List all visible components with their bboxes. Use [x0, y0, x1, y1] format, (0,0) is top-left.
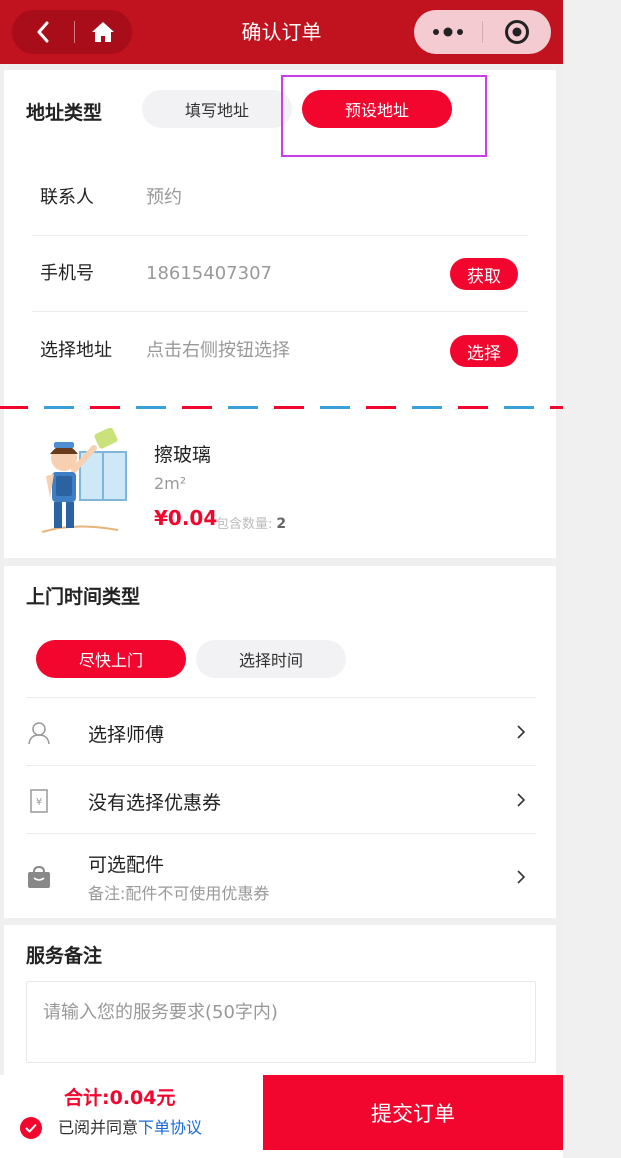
check-icon — [25, 1123, 37, 1133]
coupon-label: 没有选择优惠券 — [88, 792, 222, 814]
product-price: ¥0.04 — [154, 506, 218, 530]
chevron-right-icon — [517, 725, 526, 739]
chevron-right-icon — [517, 793, 526, 807]
contact-row: 联系人 预约 — [32, 160, 528, 236]
choose-worker-label: 选择师傅 — [88, 724, 165, 746]
address-type-label: 地址类型 — [26, 102, 103, 124]
svg-text:¥: ¥ — [36, 797, 42, 808]
service-remark-input[interactable]: 请输入您的服务要求(50字内) — [26, 981, 536, 1063]
location-label: 选择地址 — [40, 340, 112, 361]
worker-icon — [28, 722, 50, 745]
product-quantity: 包含数量: 2 — [216, 513, 286, 532]
bag-icon — [28, 865, 50, 888]
window-cleaning-illustration — [41, 428, 127, 533]
chevron-right-icon — [517, 870, 526, 884]
choose-location-button[interactable]: 选择 — [450, 335, 518, 367]
agree-checkbox[interactable] — [20, 1117, 42, 1139]
coupon-row[interactable]: ¥ 没有选择优惠券 — [26, 765, 536, 833]
phone-input[interactable]: 18615407307 — [146, 236, 272, 312]
chevron-left-icon — [37, 21, 49, 43]
tab-fill-address[interactable]: 填写地址 — [142, 90, 292, 128]
more-dots-icon — [433, 27, 463, 37]
get-phone-button[interactable]: 获取 — [450, 258, 518, 290]
location-row: 选择地址 点击右侧按钮选择 选择 — [32, 313, 528, 389]
close-button[interactable] — [483, 10, 551, 54]
agreement-prefix: 已阅并同意 — [58, 1118, 139, 1137]
phone-label: 手机号 — [40, 263, 94, 284]
mini-program-capsule — [414, 10, 551, 54]
product-spec: 2m² — [154, 474, 187, 493]
accessories-note: 备注:配件不可使用优惠券 — [88, 884, 270, 903]
visit-time-title: 上门时间类型 — [26, 586, 141, 608]
agreement-text: 已阅并同意下单协议 — [58, 1117, 202, 1139]
tab-choose-time[interactable]: 选择时间 — [196, 640, 346, 678]
product-card: 擦玻璃 2m² ¥0.04 包含数量: 2 — [4, 410, 556, 558]
target-icon — [505, 20, 529, 44]
contact-input[interactable]: 预约 — [146, 160, 182, 236]
choose-worker-row[interactable]: 选择师傅 — [26, 697, 536, 765]
service-remark-card: 服务备注 请输入您的服务要求(50字内) — [4, 925, 556, 1085]
order-total: 合计:0.04元 — [64, 1087, 176, 1109]
nav-bar: 确认订单 — [0, 0, 563, 64]
contact-label: 联系人 — [40, 187, 94, 208]
nav-left-capsule — [12, 10, 132, 54]
checkout-bar: 合计:0.04元 已阅并同意下单协议 提交订单 — [0, 1075, 563, 1158]
tab-preset-address[interactable]: 预设地址 — [302, 90, 452, 128]
home-button[interactable] — [75, 10, 131, 54]
quantity-value: 2 — [276, 516, 287, 532]
visit-time-card: 上门时间类型 尽快上门 选择时间 选择师傅 ¥ 没有选择优惠券 可选配件 备注:… — [4, 566, 556, 918]
more-button[interactable] — [414, 10, 482, 54]
accessories-label: 可选配件 — [88, 854, 165, 876]
back-button[interactable] — [12, 10, 74, 54]
submit-order-button[interactable]: 提交订单 — [263, 1075, 563, 1150]
address-card: 地址类型 填写地址 预设地址 联系人 预约 手机号 18615407307 获取… — [4, 70, 556, 410]
location-input[interactable]: 点击右侧按钮选择 — [146, 313, 290, 389]
home-icon — [92, 22, 114, 42]
coupon-icon: ¥ — [30, 789, 48, 813]
quantity-label: 包含数量: — [216, 517, 273, 532]
service-remark-placeholder: 请输入您的服务要求(50字内) — [43, 1002, 278, 1023]
app-viewport: 确认订单 地址类型 填写地址 预设地址 联系人 预约 手机号 186154073… — [0, 0, 563, 1158]
tab-asap[interactable]: 尽快上门 — [36, 640, 186, 678]
accessories-row[interactable]: 可选配件 备注:配件不可使用优惠券 — [26, 833, 536, 918]
service-remark-title: 服务备注 — [26, 945, 103, 967]
product-name: 擦玻璃 — [154, 444, 212, 466]
agreement-link[interactable]: 下单协议 — [138, 1118, 202, 1137]
phone-row: 手机号 18615407307 获取 — [32, 236, 528, 312]
